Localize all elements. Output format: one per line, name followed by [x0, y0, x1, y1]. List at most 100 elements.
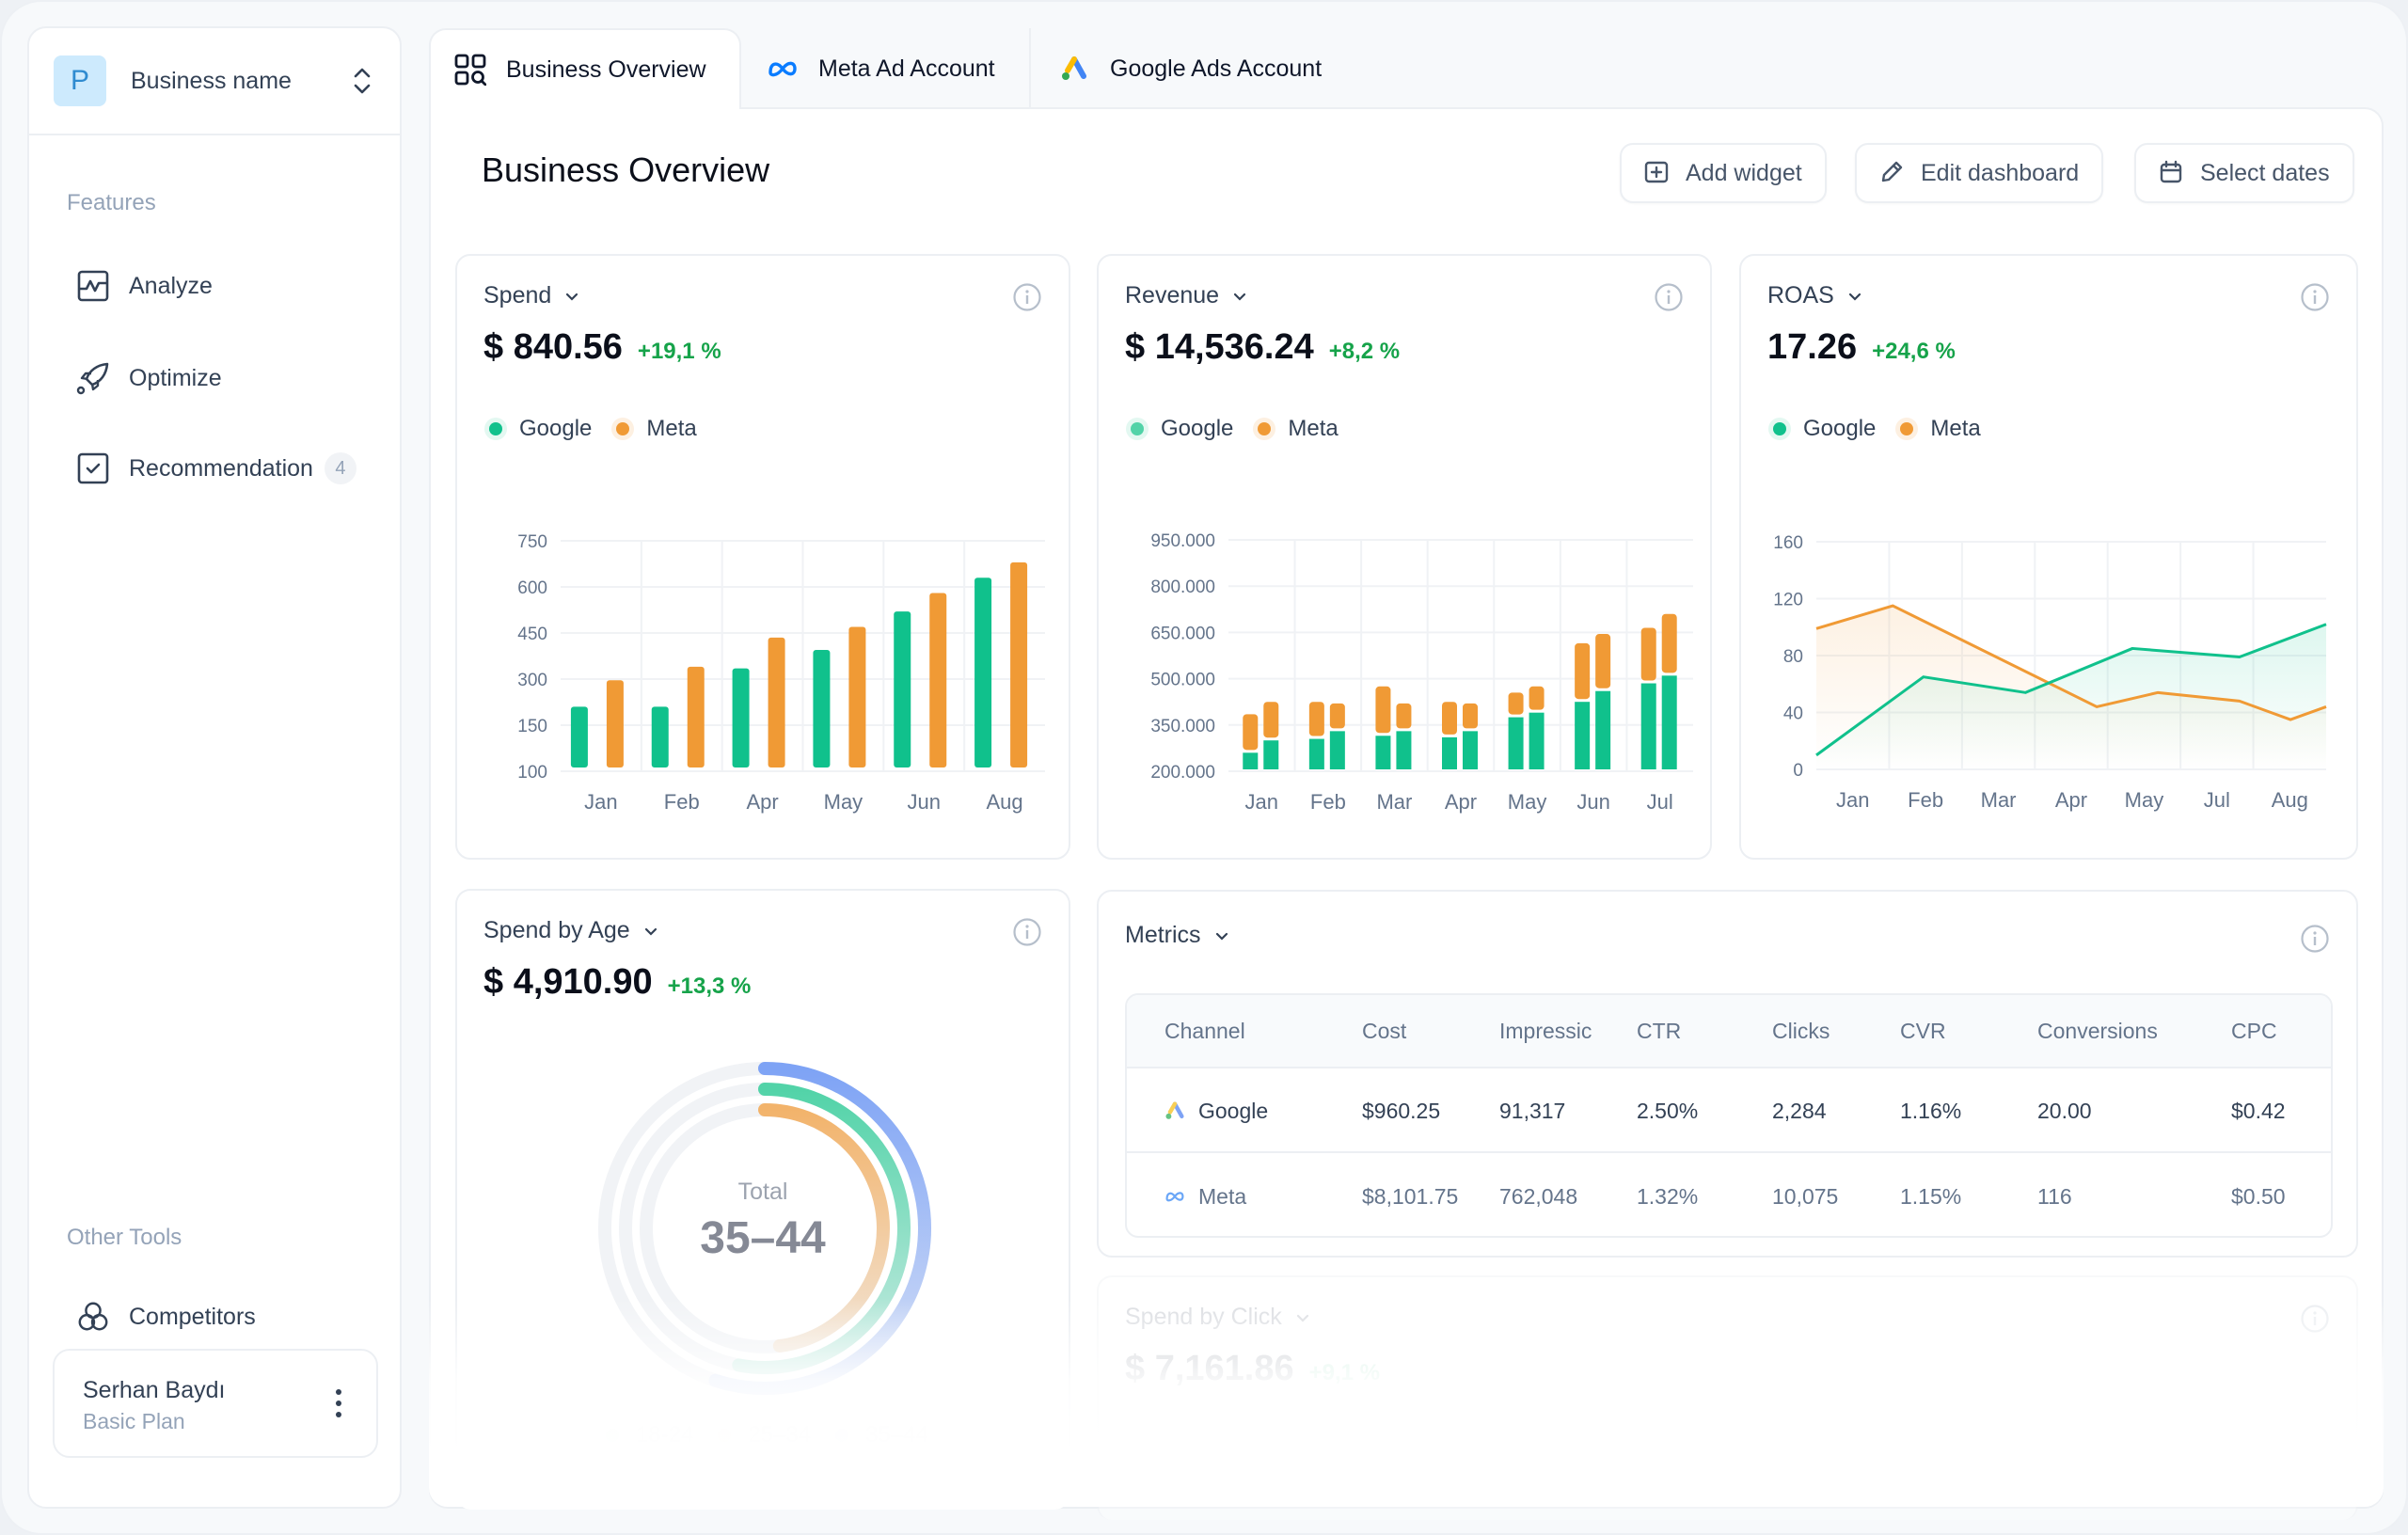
bar-meta: [687, 666, 705, 768]
info-icon[interactable]: [2300, 1304, 2330, 1334]
card-title: ROAS: [1767, 282, 1834, 309]
legend-label: 18-24: [636, 1422, 694, 1448]
bar-meta: [1010, 562, 1028, 768]
card-title-dropdown[interactable]: Metrics: [1125, 922, 1229, 949]
spend-by-age-card: Spend by Age $ 4,910.90 +13,3 % Total 35–…: [455, 889, 1070, 1510]
user-name: Serhan Baydı: [83, 1377, 226, 1403]
bar-google-segment: [1396, 731, 1412, 769]
google-ads-logo-icon: [1165, 1101, 1184, 1119]
sidebar-item-recommendation[interactable]: Recommendation 4: [76, 451, 396, 485]
recommendation-count-badge: 4: [324, 452, 356, 484]
tab-business-overview[interactable]: Business Overview: [429, 28, 741, 109]
tab-divider: [1029, 28, 1031, 107]
x-tick-label: Feb: [664, 790, 700, 814]
cost-cell: $960.25: [1362, 1098, 1441, 1123]
card-title-dropdown[interactable]: ROAS: [1767, 282, 1862, 309]
chevron-down-icon: [566, 293, 578, 301]
card-title-dropdown[interactable]: Spend by Click: [1125, 1304, 1310, 1331]
legend-item-meta: Meta: [616, 416, 697, 442]
info-icon[interactable]: [2300, 282, 2330, 312]
y-tick-label: 0: [1793, 761, 1803, 781]
cvr-cell: 1.16%: [1900, 1098, 1962, 1123]
info-icon[interactable]: [1012, 282, 1042, 312]
user-plan: Basic Plan: [83, 1409, 185, 1433]
bar-meta-segment: [1463, 703, 1478, 729]
tab-label: Google Ads Account: [1110, 55, 1323, 82]
y-tick-label: 80: [1783, 647, 1803, 667]
legend-item-google: Google: [489, 416, 592, 442]
column-header[interactable]: Conversions: [2037, 1019, 2158, 1044]
x-tick-label: Jan: [1836, 788, 1869, 812]
select-dates-button[interactable]: Select dates: [2134, 143, 2354, 203]
x-tick-label: Jun: [1576, 790, 1609, 814]
x-tick-label: Apr: [2055, 788, 2087, 812]
bar-meta-segment: [1661, 613, 1677, 673]
table-row[interactable]: Meta $8,101.75 762,048 1.32% 10,075 1.15…: [1127, 1155, 2331, 1236]
column-header[interactable]: CPC: [2231, 1019, 2277, 1044]
circles-icon: [76, 1300, 110, 1334]
edit-dashboard-button[interactable]: Edit dashboard: [1855, 143, 2104, 203]
info-icon[interactable]: [2300, 924, 2330, 954]
spend-card: Spend $ 840.56 +19,1 % Google Meta 750 600…: [455, 254, 1070, 860]
button-label: Select dates: [2200, 159, 2330, 186]
bar-meta-segment: [1263, 702, 1279, 738]
chart-activity-icon: [76, 269, 110, 303]
user-profile-card[interactable]: Serhan Baydı Basic Plan: [53, 1349, 378, 1458]
kpi: $ 7,161.86 +9,1 %: [1125, 1349, 1380, 1389]
age-legend: 18-24 25–34 35–44: [606, 1422, 953, 1448]
spend-by-click-card: Spend by Click $ 7,161.86 +9,1 %: [1097, 1275, 2358, 1520]
legend-dot: [1773, 422, 1786, 435]
y-tick-label: 500.000: [1150, 671, 1215, 690]
kpi: $ 14,536.24 +8,2 %: [1125, 327, 1400, 368]
tab-google-ads-account[interactable]: Google Ads Account: [1035, 28, 1322, 109]
meta-logo-icon: [766, 52, 800, 86]
column-header[interactable]: Channel: [1164, 1019, 1245, 1044]
column-header[interactable]: Impressic: [1499, 1019, 1592, 1044]
tab-meta-ad-account[interactable]: Meta Ad Account: [743, 28, 995, 109]
column-header[interactable]: CVR: [1900, 1019, 1946, 1044]
x-tick-label: Apr: [1445, 790, 1477, 814]
sidebar-item-optimize[interactable]: Optimize: [76, 361, 396, 395]
table-row[interactable]: Google $960.25 91,317 2.50% 2,284 1.16% …: [1127, 1070, 2331, 1153]
bar-meta-segment: [1640, 627, 1656, 681]
revenue-stacked-bar-chart: 950.000 800.000 650.000 500.000 350.000 200.0…: [1150, 531, 1693, 814]
bar-meta-segment: [1595, 634, 1611, 688]
cost-cell: $8,101.75: [1362, 1183, 1459, 1209]
chevron-down-icon: [1848, 293, 1861, 301]
add-widget-button[interactable]: Add widget: [1620, 143, 1827, 203]
card-title-dropdown[interactable]: Spend: [483, 282, 579, 309]
channel-cell: Google: [1164, 1099, 1268, 1124]
cpc-cell: $0.50: [2231, 1183, 2286, 1209]
tab-label: Business Overview: [506, 55, 706, 83]
column-header[interactable]: Cost: [1362, 1019, 1406, 1044]
x-tick-label: Jan: [1245, 790, 1278, 814]
chevron-up-down-icon: [354, 68, 371, 94]
legend-dot: [1258, 422, 1272, 435]
x-tick-label: Apr: [746, 790, 778, 814]
ctr-cell: 2.50%: [1637, 1098, 1699, 1123]
legend-item-google: Google: [1131, 416, 1233, 442]
sidebar: P Business name Features Analyze Optimiz…: [27, 26, 402, 1509]
y-tick-label: 200.000: [1150, 763, 1215, 783]
legend-label: Meta: [1930, 416, 1981, 441]
business-switcher[interactable]: P Business name: [29, 28, 400, 135]
kpi: 17.26 +24,6 %: [1767, 327, 1956, 368]
card-title-dropdown[interactable]: Revenue: [1125, 282, 1247, 309]
chart-legend: Google Meta: [1773, 416, 2005, 442]
bar-google: [974, 578, 992, 768]
tab-label: Meta Ad Account: [818, 55, 995, 82]
kpi-value: $ 840.56: [483, 327, 623, 367]
column-header[interactable]: CTR: [1637, 1019, 1681, 1044]
more-options-icon[interactable]: [329, 1385, 348, 1422]
bar-google-segment: [1595, 690, 1611, 769]
y-tick-label: 160: [1773, 533, 1803, 553]
y-tick-label: 300: [517, 671, 547, 690]
info-icon[interactable]: [1654, 282, 1684, 312]
x-tick-label: Aug: [987, 790, 1023, 814]
sidebar-item-competitors[interactable]: Competitors: [76, 1300, 396, 1334]
card-title: Spend: [483, 282, 552, 309]
sidebar-item-label: Analyze: [129, 272, 213, 299]
kpi-delta: +24,6 %: [1872, 339, 1956, 364]
column-header[interactable]: Clicks: [1772, 1019, 1830, 1044]
sidebar-item-analyze[interactable]: Analyze: [76, 269, 396, 303]
